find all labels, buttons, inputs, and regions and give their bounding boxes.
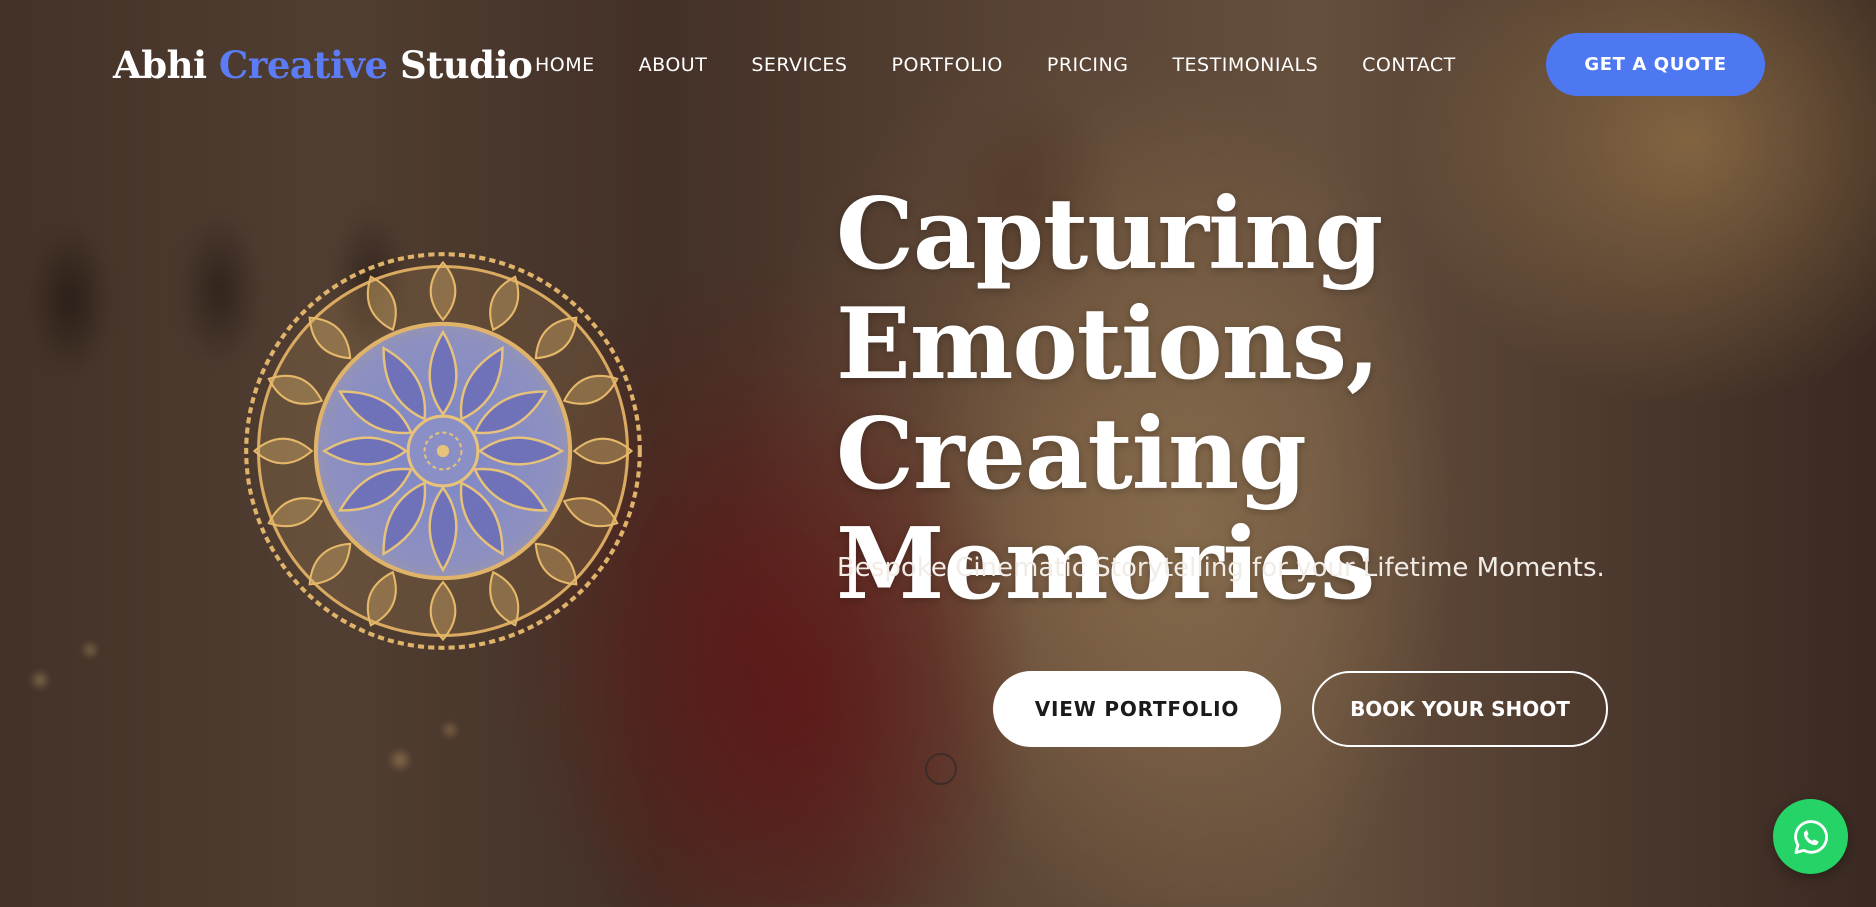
- get-a-quote-button[interactable]: GET A QUOTE: [1546, 33, 1765, 96]
- book-your-shoot-button[interactable]: BOOK YOUR SHOOT: [1312, 671, 1608, 747]
- nav-item-portfolio[interactable]: PORTFOLIO: [891, 50, 1002, 80]
- hero-subheadline: Bespoke Cinematic Storytelling for your …: [837, 553, 1605, 583]
- nav-item-home[interactable]: HOME: [535, 50, 595, 80]
- view-portfolio-button[interactable]: VIEW PORTFOLIO: [993, 671, 1281, 747]
- whatsapp-icon: [1793, 819, 1828, 854]
- nav-item-contact[interactable]: CONTACT: [1362, 50, 1456, 80]
- main-nav: HOME ABOUT SERVICES PORTFOLIO PRICING TE…: [535, 50, 1500, 80]
- brand-name-accent: Creative: [218, 43, 388, 87]
- brand-logo[interactable]: Abhi Creative Studio: [113, 40, 533, 90]
- nav-item-pricing[interactable]: PRICING: [1047, 50, 1129, 80]
- nav-item-about[interactable]: ABOUT: [639, 50, 708, 80]
- scroll-indicator-icon: [925, 753, 957, 785]
- mandala-icon: [244, 252, 642, 650]
- whatsapp-chat-button[interactable]: [1773, 799, 1848, 874]
- nav-item-services[interactable]: SERVICES: [751, 50, 847, 80]
- nav-item-testimonials[interactable]: TESTIMONIALS: [1172, 50, 1318, 80]
- brand-name-part1: Abhi: [113, 43, 219, 87]
- brand-name-part2: Studio: [387, 43, 533, 87]
